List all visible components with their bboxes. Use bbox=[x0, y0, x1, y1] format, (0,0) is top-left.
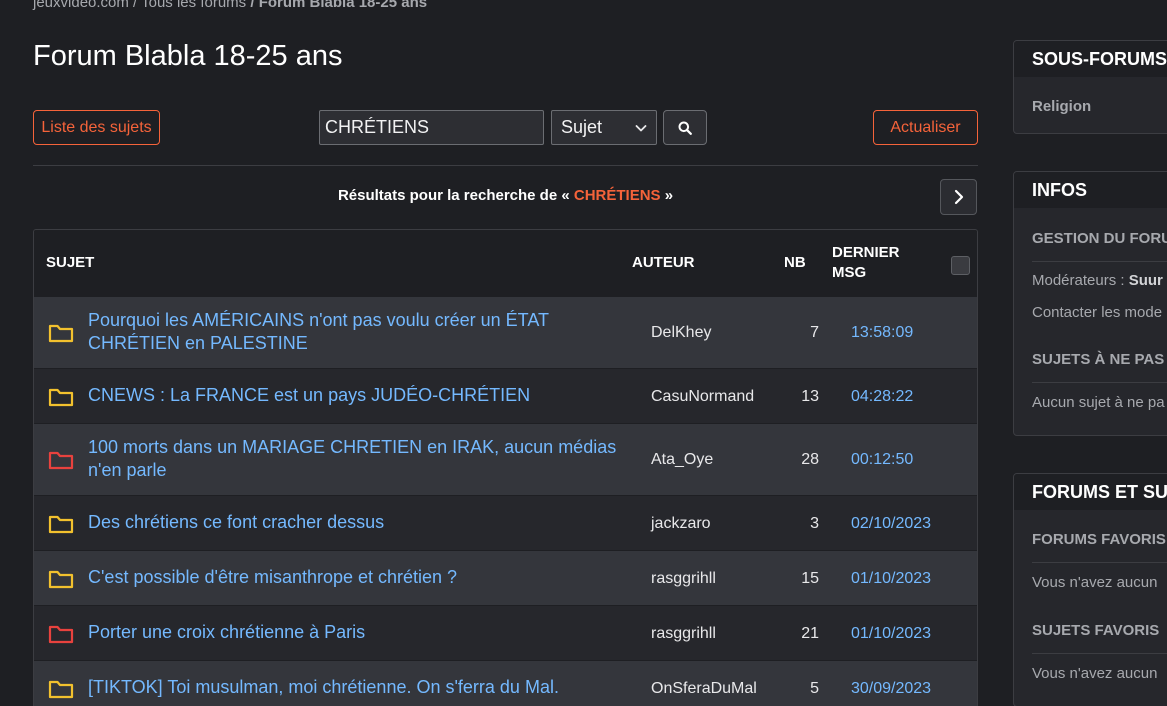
folder-icon bbox=[48, 451, 74, 470]
table-row[interactable]: CNEWS : La FRANCE est un pays JUDÉO-CHRÉ… bbox=[34, 368, 977, 423]
divider bbox=[1032, 653, 1167, 654]
folder-icon bbox=[48, 388, 74, 406]
topic-last-message[interactable]: 01/10/2023 bbox=[851, 625, 931, 643]
table-header: SUJET AUTEUR NB DERNIER MSG bbox=[34, 230, 977, 296]
breadcrumb-home[interactable]: jeuxvideo.com bbox=[33, 0, 129, 11]
topic-link[interactable]: Porter une croix chrétienne à Paris bbox=[88, 621, 633, 644]
header-subject[interactable]: SUJET bbox=[46, 254, 94, 271]
folder-icon bbox=[48, 625, 74, 643]
results-suffix: » bbox=[660, 187, 674, 204]
topic-link[interactable]: Pourquoi les AMÉRICAINS n'ont pas voulu … bbox=[88, 309, 633, 355]
table-row[interactable]: Pourquoi les AMÉRICAINS n'ont pas voulu … bbox=[34, 296, 977, 368]
search-type-select[interactable]: Sujet bbox=[551, 110, 657, 145]
subforum-link-religion[interactable]: Religion bbox=[1014, 98, 1091, 115]
topic-reply-count: 21 bbox=[801, 624, 819, 642]
favorite-topics-text: Vous n'avez aucun bbox=[1032, 665, 1158, 682]
refresh-button[interactable]: Actualiser bbox=[873, 110, 978, 145]
forum-page: jeuxvideo.com / Tous les forums / Forum … bbox=[0, 0, 1167, 706]
subforums-title: SOUS-FORUMS bbox=[1014, 41, 1167, 77]
topic-reply-count: 5 bbox=[810, 679, 819, 697]
search-icon bbox=[678, 121, 692, 135]
avoid-topics-heading: SUJETS À NE PAS bbox=[1032, 351, 1165, 368]
chevron-right-icon bbox=[954, 189, 963, 205]
divider bbox=[33, 165, 978, 166]
results-prefix: Résultats pour la recherche de « bbox=[337, 187, 574, 204]
topic-link[interactable]: C'est possible d'être misanthrope et chr… bbox=[88, 566, 633, 589]
divider bbox=[1032, 562, 1167, 563]
select-all-checkbox[interactable] bbox=[951, 256, 970, 275]
topic-last-message[interactable]: 00:12:50 bbox=[851, 451, 913, 469]
subforums-panel: SOUS-FORUMS Religion bbox=[1013, 40, 1167, 134]
header-author[interactable]: AUTEUR bbox=[632, 254, 695, 271]
favorites-title: FORUMS ET SUJ bbox=[1014, 474, 1167, 510]
breadcrumb-separator: / bbox=[128, 0, 142, 11]
folder-icon bbox=[48, 680, 74, 698]
topic-link[interactable]: 100 morts dans un MARIAGE CHRETIEN en IR… bbox=[88, 436, 633, 482]
header-nb[interactable]: NB bbox=[784, 254, 806, 271]
table-row[interactable]: Des chrétiens ce font cracher dessus jack… bbox=[34, 495, 977, 550]
divider bbox=[1032, 261, 1167, 262]
moderators-label: Modérateurs : bbox=[1032, 272, 1129, 289]
topic-reply-count: 3 bbox=[810, 514, 819, 532]
topic-author[interactable]: CasuNormand bbox=[651, 388, 754, 406]
topic-author[interactable]: rasggrihll bbox=[651, 625, 716, 643]
forum-management-heading: GESTION DU FORU bbox=[1032, 230, 1167, 247]
table-row[interactable]: Porter une croix chrétienne à Paris rasgg… bbox=[34, 605, 977, 660]
topic-last-message[interactable]: 04:28:22 bbox=[851, 388, 913, 406]
moderator-link[interactable]: Suur bbox=[1129, 272, 1163, 289]
topic-list-button[interactable]: Liste des sujets bbox=[33, 110, 160, 145]
search-type-value: Sujet bbox=[561, 117, 603, 137]
search-results-heading: Résultats pour la recherche de « CHRÉTIE… bbox=[33, 187, 978, 204]
favorite-forums-text: Vous n'avez aucun bbox=[1032, 574, 1158, 591]
breadcrumb-separator: / bbox=[246, 0, 259, 11]
infos-panel: INFOS GESTION DU FORU Modérateurs : Suur… bbox=[1013, 171, 1167, 436]
chevron-down-icon bbox=[635, 124, 647, 131]
topic-last-message[interactable]: 01/10/2023 bbox=[851, 570, 931, 588]
topic-link[interactable]: [TIKTOK] Toi musulman, moi chrétienne. O… bbox=[88, 676, 633, 699]
header-last-line2: MSG bbox=[832, 264, 867, 281]
search-button[interactable] bbox=[663, 110, 707, 145]
moderators-text: Modérateurs : Suur bbox=[1014, 272, 1163, 289]
topic-author[interactable]: Ata_Oye bbox=[651, 451, 713, 469]
topic-last-message[interactable]: 30/09/2023 bbox=[851, 680, 931, 698]
table-row[interactable]: [TIKTOK] Toi musulman, moi chrétienne. O… bbox=[34, 660, 977, 706]
topic-author[interactable]: OnSferaDuMal bbox=[651, 680, 757, 698]
topics-table: SUJET AUTEUR NB DERNIER MSG Pourquoi les … bbox=[33, 229, 978, 706]
topic-reply-count: 15 bbox=[801, 569, 819, 587]
breadcrumb-all-forums[interactable]: Tous les forums bbox=[141, 0, 246, 11]
folder-icon bbox=[48, 570, 74, 588]
header-last-line1: DERNIER bbox=[832, 244, 900, 261]
contact-moderators-link[interactable]: Contacter les mode bbox=[1014, 304, 1162, 321]
infos-title: INFOS bbox=[1014, 172, 1167, 208]
folder-icon bbox=[48, 324, 74, 343]
page-title: Forum Blabla 18-25 ans bbox=[33, 40, 343, 72]
topic-link[interactable]: CNEWS : La FRANCE est un pays JUDÉO-CHRÉ… bbox=[88, 384, 633, 407]
results-term: CHRÉTIENS bbox=[573, 187, 661, 204]
favorite-topics-heading: SUJETS FAVORIS bbox=[1032, 622, 1160, 639]
folder-icon bbox=[48, 515, 74, 533]
topic-reply-count: 7 bbox=[810, 324, 819, 341]
topic-last-message[interactable]: 02/10/2023 bbox=[851, 515, 931, 533]
topic-author[interactable]: rasggrihll bbox=[651, 570, 716, 588]
divider bbox=[1032, 382, 1167, 383]
topic-author[interactable]: DelKhey bbox=[651, 324, 711, 342]
table-row[interactable]: 100 morts dans un MARIAGE CHRETIEN en IR… bbox=[34, 423, 977, 495]
avoid-topics-text: Aucun sujet à ne pa bbox=[1032, 394, 1165, 411]
breadcrumb: jeuxvideo.com / Tous les forums / Forum … bbox=[33, 0, 427, 11]
topic-link[interactable]: Des chrétiens ce font cracher dessus bbox=[88, 511, 633, 534]
favorite-forums-heading: FORUMS FAVORIS bbox=[1032, 531, 1166, 548]
next-page-button[interactable] bbox=[940, 179, 977, 215]
header-last-message[interactable]: DERNIER MSG bbox=[832, 243, 900, 283]
table-row[interactable]: C'est possible d'être misanthrope et chr… bbox=[34, 550, 977, 605]
favorites-panel: FORUMS ET SUJ FORUMS FAVORIS Vous n'avez… bbox=[1013, 473, 1167, 706]
topic-last-message[interactable]: 13:58:09 bbox=[851, 324, 913, 342]
topic-author[interactable]: jackzaro bbox=[651, 515, 711, 533]
table-body: Pourquoi les AMÉRICAINS n'ont pas voulu … bbox=[34, 296, 977, 706]
topic-reply-count: 13 bbox=[801, 387, 819, 405]
search-input[interactable] bbox=[319, 110, 544, 145]
topic-reply-count: 28 bbox=[801, 451, 819, 468]
breadcrumb-current: Forum Blabla 18-25 ans bbox=[258, 0, 428, 11]
